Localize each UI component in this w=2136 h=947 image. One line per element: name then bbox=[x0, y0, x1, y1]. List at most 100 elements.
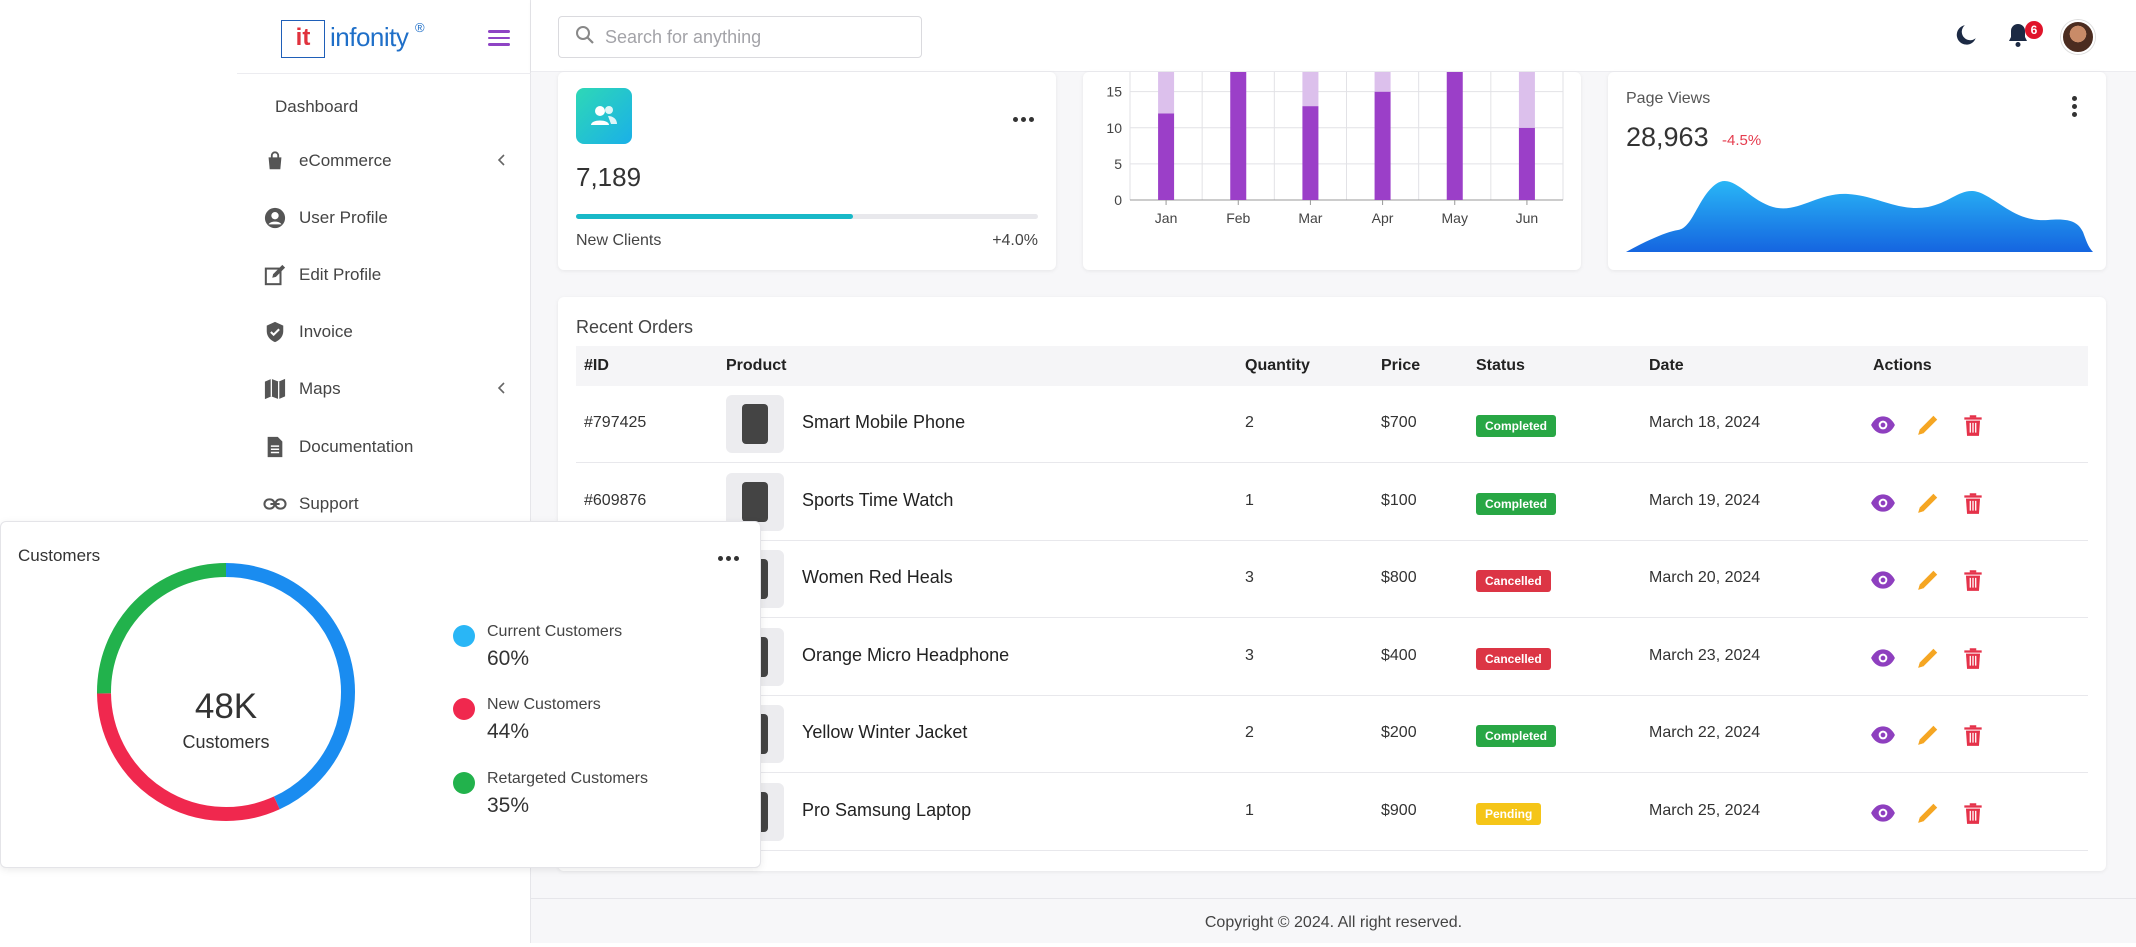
header-date[interactable]: Date bbox=[1649, 357, 1684, 375]
x-tick-label: May bbox=[1442, 210, 1468, 226]
map-icon bbox=[263, 377, 287, 401]
order-quantity: 1 bbox=[1245, 491, 1254, 509]
sidebar-item-documentation[interactable]: Documentation bbox=[263, 427, 513, 467]
bar-segment bbox=[1158, 70, 1175, 114]
sidebar-item-label: Documentation bbox=[299, 437, 414, 456]
sidebar-item-maps[interactable]: Maps bbox=[263, 369, 513, 409]
view-icon[interactable] bbox=[1870, 722, 1896, 748]
delete-icon[interactable] bbox=[1960, 567, 1986, 593]
table-header: #ID Product Quantity Price Status Date A… bbox=[576, 346, 2088, 386]
view-icon[interactable] bbox=[1870, 412, 1896, 438]
sidebar-item-user-profile[interactable]: User Profile bbox=[263, 198, 513, 238]
recent-orders-title: Recent Orders bbox=[576, 317, 694, 337]
header-product[interactable]: Product bbox=[726, 357, 786, 375]
menu-toggle-icon[interactable] bbox=[488, 30, 510, 46]
order-id: #797425 bbox=[584, 414, 647, 431]
sidebar-item-invoice[interactable]: Invoice bbox=[263, 312, 513, 352]
bar-segment bbox=[1518, 127, 1535, 200]
edit-icon[interactable] bbox=[1915, 412, 1941, 438]
product-name[interactable]: Women Red Heals bbox=[802, 567, 953, 588]
sidebar-item-support[interactable]: Support bbox=[263, 484, 513, 524]
bar-segment bbox=[1374, 91, 1391, 200]
search-box[interactable] bbox=[558, 16, 922, 58]
logo-mark[interactable]: it bbox=[281, 20, 325, 58]
recent-orders-card: Recent Orders #ID Product Quantity Price… bbox=[558, 297, 2106, 871]
topbar: 6 bbox=[531, 0, 2136, 72]
progress-fill bbox=[576, 214, 854, 219]
view-icon[interactable] bbox=[1870, 567, 1896, 593]
bar-segment bbox=[1302, 70, 1319, 107]
table-row: #609876Women Red Heals3$800CancelledMarc… bbox=[576, 541, 2088, 618]
shopping-bag-icon bbox=[263, 149, 287, 173]
bar-segment bbox=[1446, 70, 1463, 200]
delete-icon[interactable] bbox=[1960, 645, 1986, 671]
more-options-icon[interactable] bbox=[1013, 117, 1034, 122]
order-quantity: 2 bbox=[1245, 724, 1254, 741]
more-options-icon[interactable] bbox=[718, 556, 739, 561]
bar-segment bbox=[1230, 70, 1247, 200]
order-date: March 18, 2024 bbox=[1649, 414, 1761, 431]
page-views-sparkline bbox=[1626, 181, 2093, 252]
product-name[interactable]: Orange Micro Headphone bbox=[802, 645, 1009, 666]
status-badge: Completed bbox=[1476, 415, 1557, 437]
legend-label: Current Customers bbox=[487, 623, 623, 640]
logo-area: it infonity ® bbox=[237, 0, 531, 74]
new-clients-change: +4.0% bbox=[992, 232, 1038, 249]
header-actions: Actions bbox=[1873, 357, 1932, 374]
order-price: $800 bbox=[1381, 569, 1417, 586]
table-row: #609876 Sports Time Watch 1 $100 Completed Ma… bbox=[576, 464, 2088, 541]
user-circle-icon bbox=[263, 206, 287, 230]
y-tick-label: 10 bbox=[1106, 120, 1122, 136]
avatar[interactable] bbox=[2061, 20, 2095, 54]
edit-icon[interactable] bbox=[1915, 800, 1941, 826]
status-badge: Cancelled bbox=[1476, 570, 1551, 592]
edit-icon[interactable] bbox=[1915, 722, 1941, 748]
status-badge: Cancelled bbox=[1476, 647, 1551, 670]
sidebar-item-edit-profile[interactable]: Edit Profile bbox=[263, 255, 513, 295]
new-clients-label: New Clients bbox=[576, 232, 662, 249]
sidebar-section-title[interactable]: Dashboard bbox=[275, 97, 358, 117]
delete-icon[interactable] bbox=[1960, 412, 1986, 438]
order-id: #609876 bbox=[584, 491, 647, 509]
customers-card: Customers 48K Customers Current Customer… bbox=[0, 521, 761, 868]
order-price: $700 bbox=[1381, 414, 1417, 431]
new-clients-progress bbox=[576, 214, 1038, 219]
table-row: #609876Orange Micro Headphone3$400Cancel… bbox=[576, 619, 2088, 696]
legend-value: 35% bbox=[487, 794, 530, 817]
header-id[interactable]: #ID bbox=[584, 357, 609, 375]
product-name[interactable]: Yellow Winter Jacket bbox=[802, 722, 967, 743]
search-icon bbox=[575, 25, 595, 50]
product-name[interactable]: Sports Time Watch bbox=[802, 490, 953, 511]
table-row: #797425 Smart Mobile Phone 2 $700 Completed M… bbox=[576, 386, 2088, 463]
order-price: $400 bbox=[1381, 646, 1417, 664]
header-status[interactable]: Status bbox=[1476, 357, 1525, 375]
product-name[interactable]: Smart Mobile Phone bbox=[802, 412, 965, 433]
view-icon[interactable] bbox=[1870, 490, 1896, 516]
chevron-left-icon bbox=[495, 153, 507, 172]
legend-dot bbox=[453, 625, 475, 647]
edit-icon[interactable] bbox=[1915, 490, 1941, 516]
product-image bbox=[742, 404, 768, 444]
delete-icon[interactable] bbox=[1960, 800, 1986, 826]
new-clients-value: 7,189 bbox=[576, 162, 642, 192]
delete-icon[interactable] bbox=[1960, 490, 1986, 516]
view-icon[interactable] bbox=[1870, 645, 1896, 671]
status-badge: Pending bbox=[1476, 802, 1542, 825]
edit-icon[interactable] bbox=[1915, 645, 1941, 671]
y-tick-label: 0 bbox=[1114, 192, 1122, 208]
x-tick-label: Apr bbox=[1372, 210, 1394, 226]
sidebar-item-ecommerce[interactable]: eCommerce bbox=[263, 141, 513, 181]
product-name[interactable]: Pro Samsung Laptop bbox=[802, 800, 971, 821]
view-icon[interactable] bbox=[1870, 800, 1896, 826]
dark-mode-toggle-icon[interactable] bbox=[1954, 22, 1980, 53]
sidebar-item-label: eCommerce bbox=[299, 151, 392, 170]
edit-icon[interactable] bbox=[1915, 567, 1941, 593]
users-icon bbox=[576, 88, 632, 144]
header-price[interactable]: Price bbox=[1381, 357, 1420, 375]
search-input[interactable] bbox=[603, 25, 903, 49]
delete-icon[interactable] bbox=[1960, 722, 1986, 748]
chevron-left-icon bbox=[495, 381, 507, 400]
x-tick-label: Mar bbox=[1298, 210, 1322, 226]
logo-text[interactable]: infonity bbox=[330, 22, 409, 53]
header-quantity[interactable]: Quantity bbox=[1245, 357, 1310, 375]
